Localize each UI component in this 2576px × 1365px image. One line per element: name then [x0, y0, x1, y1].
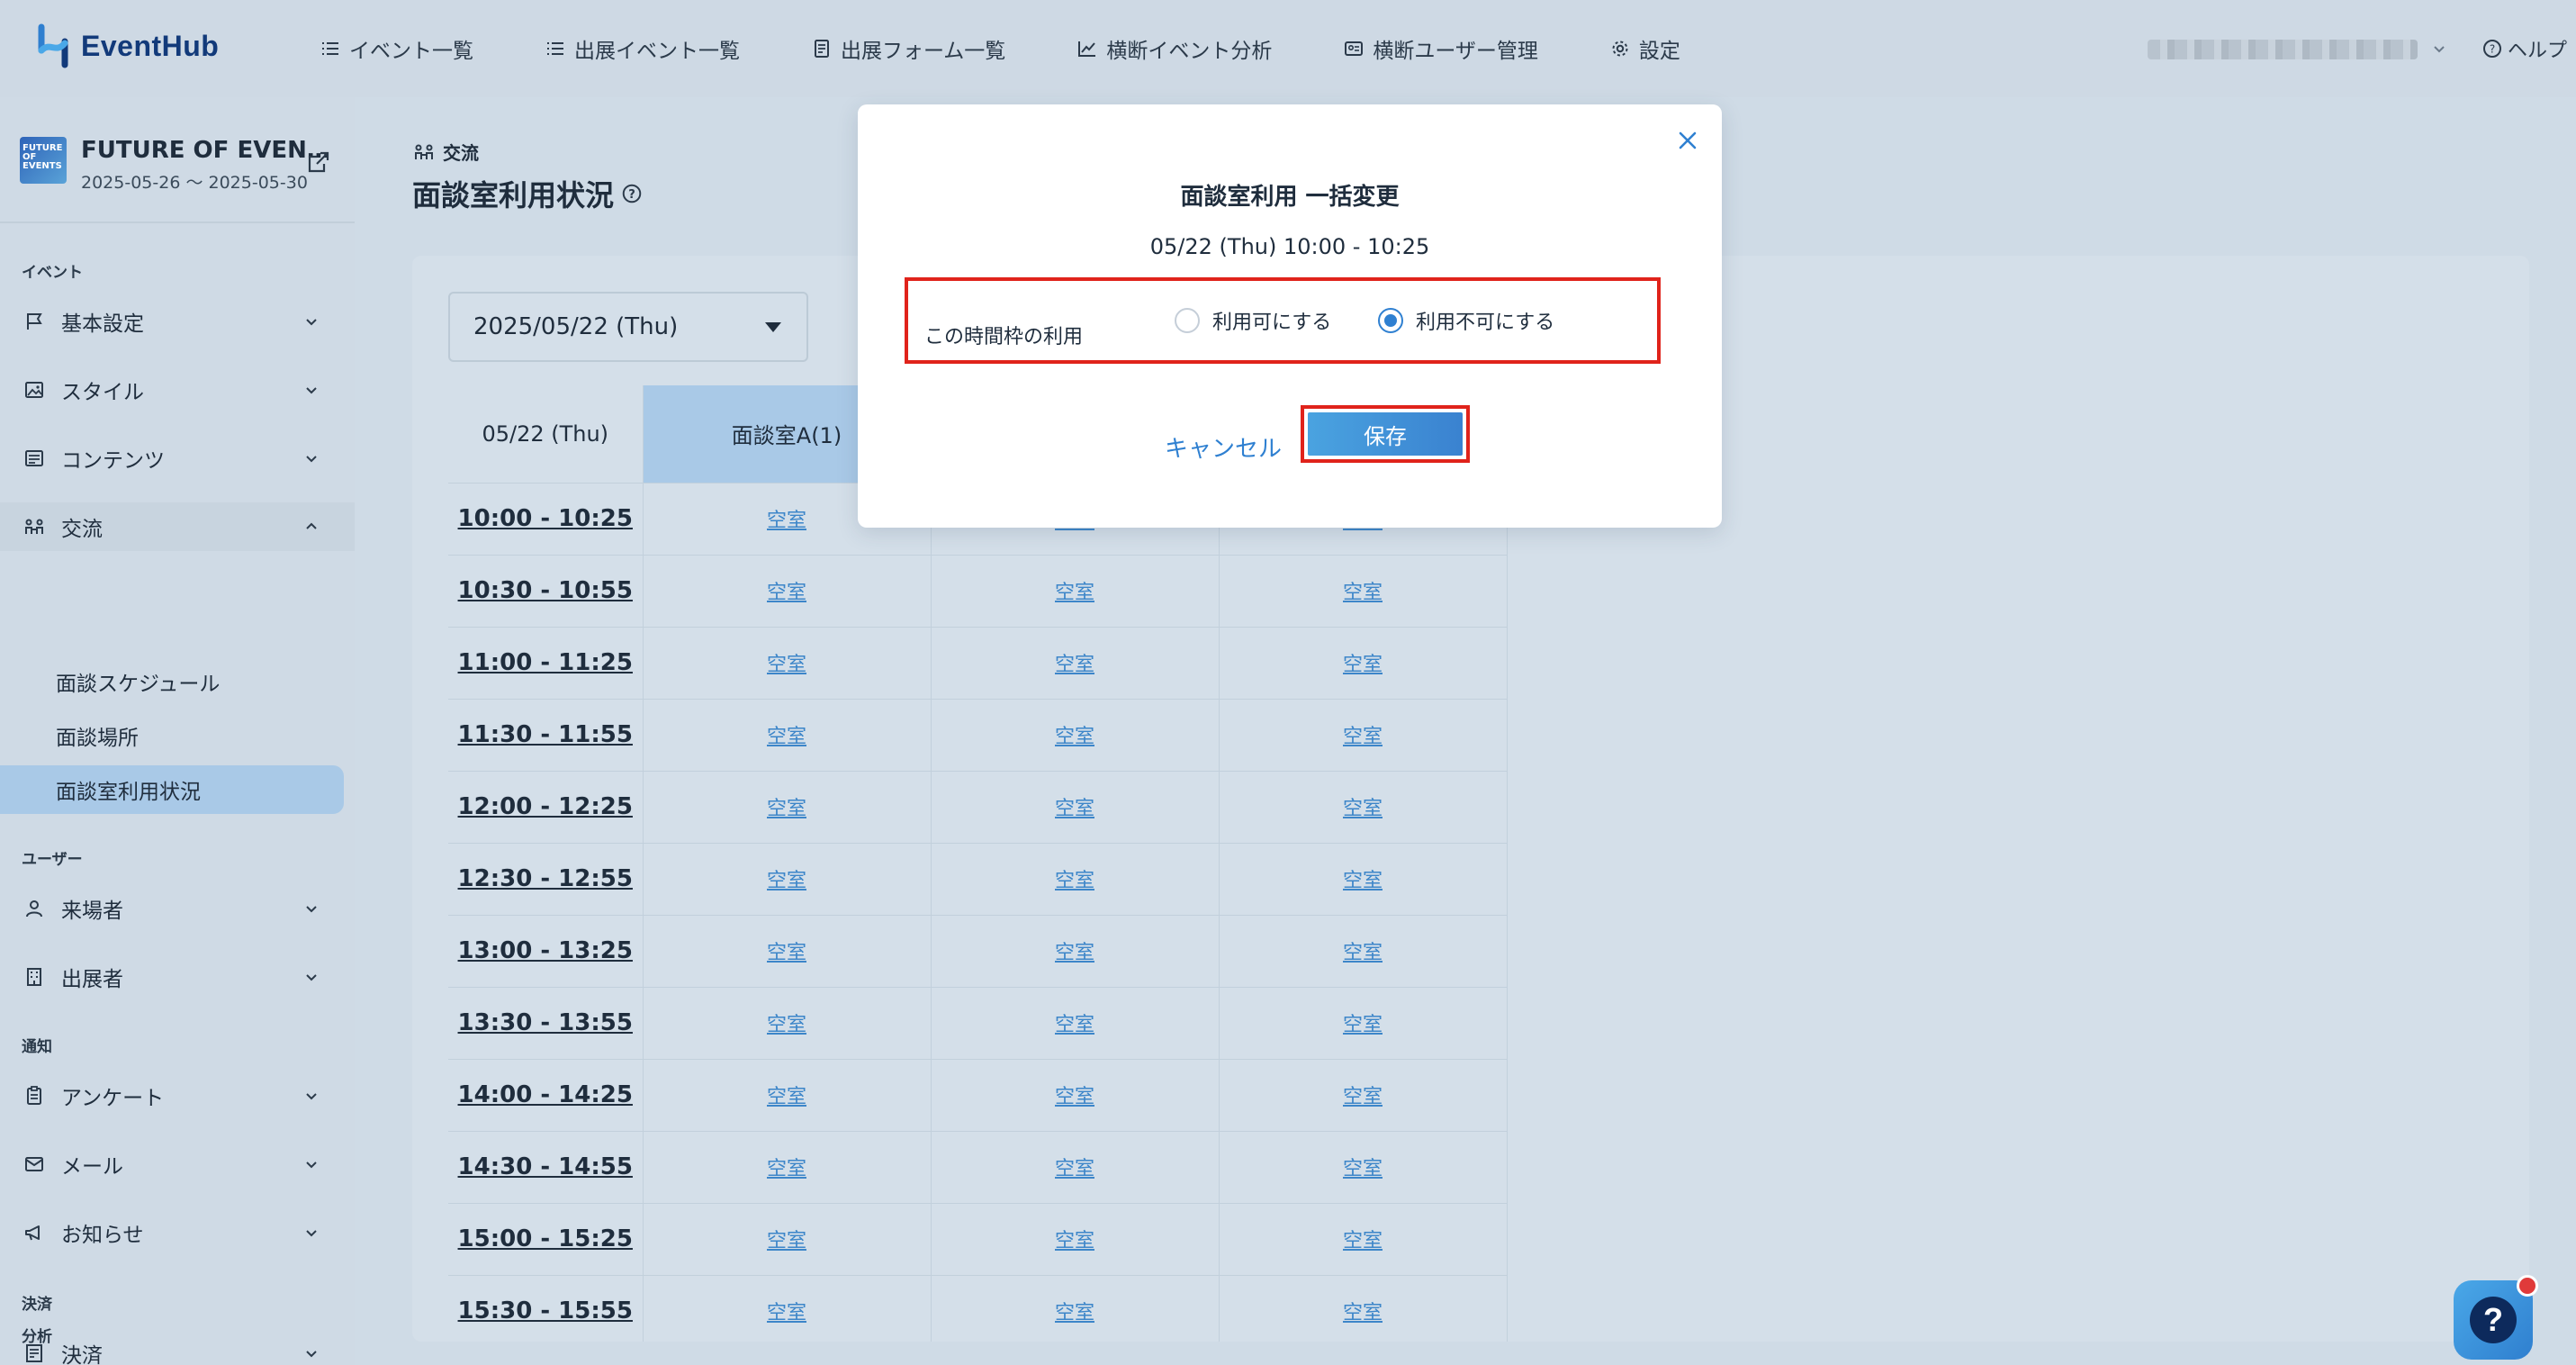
bulk-change-modal: 面談室利用 一括変更 05/22 (Thu) 10:00 - 10:25 この時…: [858, 104, 1722, 528]
radio-circle-selected[interactable]: [1378, 308, 1403, 333]
radio-available-label: 利用可にする: [1212, 312, 1332, 334]
radio-available[interactable]: 利用可にする: [1175, 306, 1331, 335]
radio-unavailable[interactable]: 利用不可にする: [1378, 306, 1554, 335]
usage-option-label: この時間枠の利用: [924, 326, 1084, 348]
radio-unavailable-label: 利用不可にする: [1416, 312, 1555, 334]
modal-title: 面談室利用 一括変更: [1180, 184, 1400, 211]
notification-badge: [2517, 1275, 2538, 1297]
close-icon[interactable]: [1673, 126, 1702, 155]
cancel-button[interactable]: キャンセル: [1133, 420, 1313, 474]
question-icon: ?: [2470, 1297, 2517, 1343]
modal-timeslot: 05/22 (Thu) 10:00 - 10:25: [1149, 234, 1430, 259]
radio-circle[interactable]: [1175, 308, 1200, 333]
highlight-box-save: 保存: [1301, 405, 1470, 463]
save-button[interactable]: 保存: [1308, 412, 1463, 456]
help-chat-button[interactable]: ?: [2454, 1275, 2538, 1360]
